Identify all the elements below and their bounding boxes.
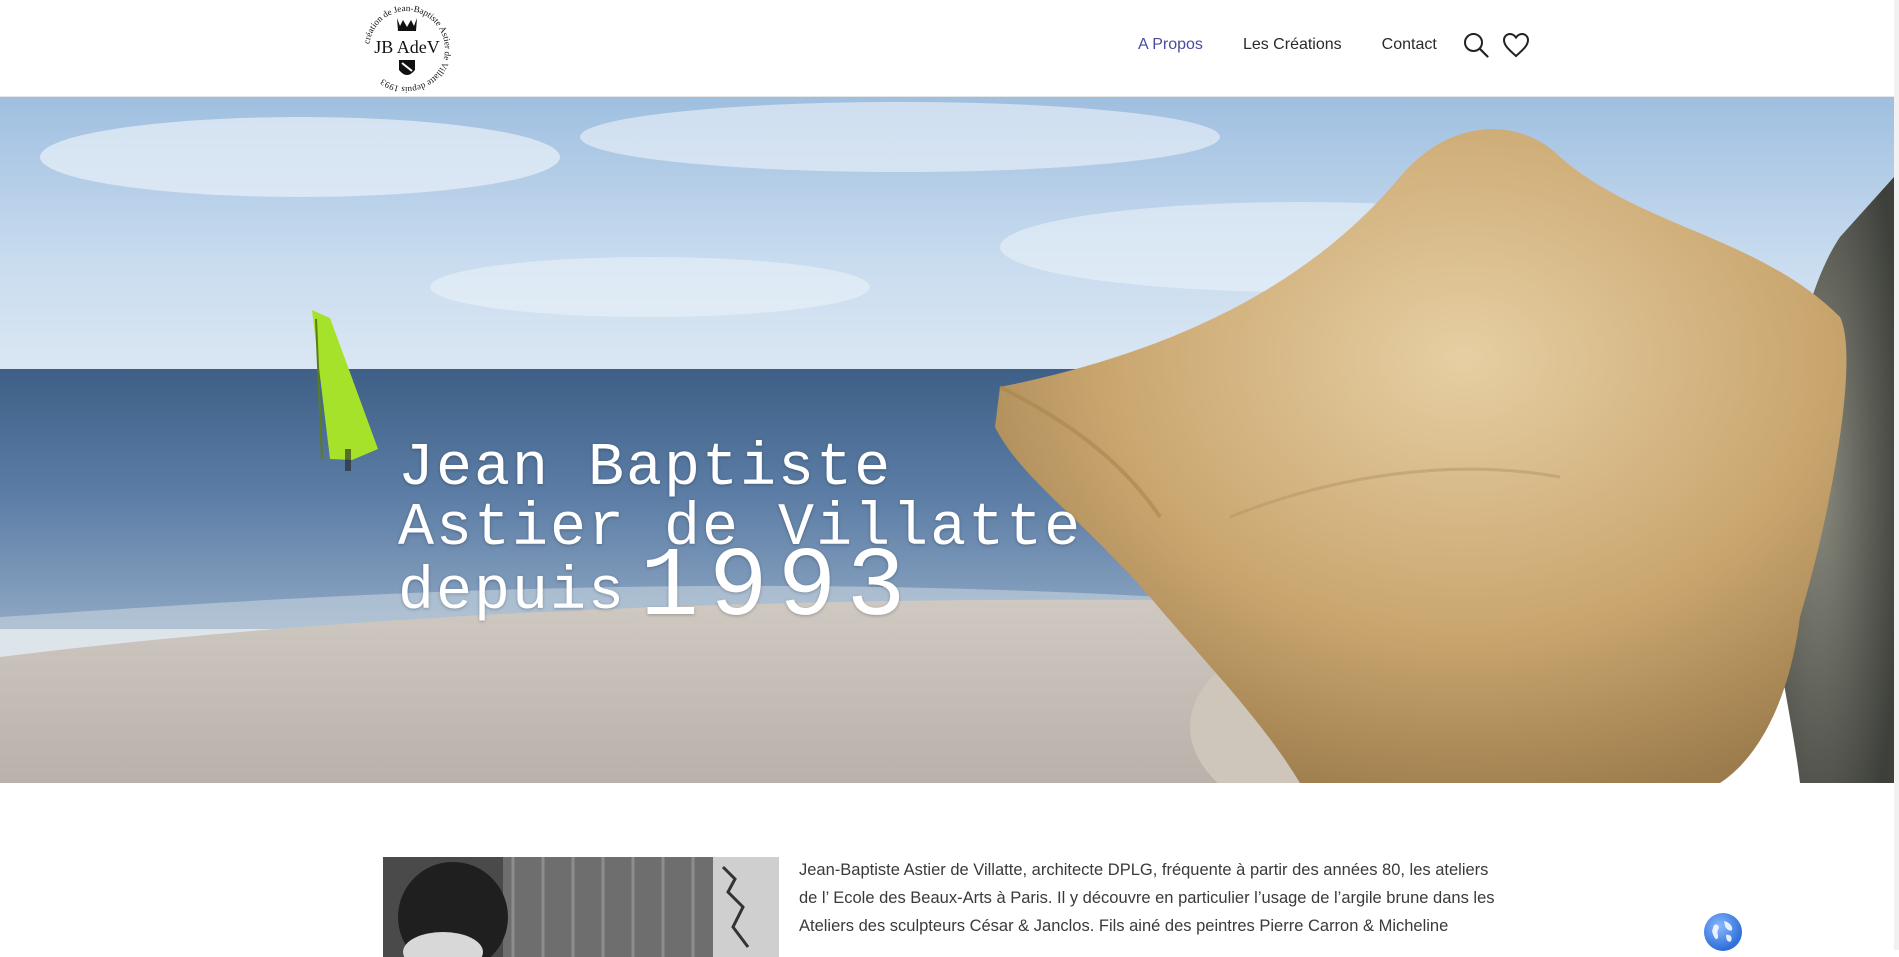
hero-heading: Jean Baptiste Astier de Villatte depuis 1… [398, 435, 1082, 638]
bio-paragraph: Jean-Baptiste Astier de Villatte, archit… [799, 861, 1495, 935]
hero-year: 1993 [640, 533, 916, 644]
hero-line-since: depuis 1993 [398, 540, 1082, 638]
hero-depuis-text: depuis [398, 559, 627, 627]
globe-icon[interactable] [1704, 913, 1742, 951]
page-scrollbar[interactable] [1894, 0, 1899, 950]
logo-monogram: JB AdeV [374, 37, 440, 57]
brand-logo[interactable]: création de Jean-Baptiste Astier de Vill… [356, 3, 458, 95]
hero-line-name: Jean Baptiste [398, 435, 893, 503]
nav-item-contact[interactable]: Contact [1382, 36, 1437, 54]
nav-item-a-propos[interactable]: A Propos [1138, 36, 1203, 54]
hero-banner: Jean Baptiste Astier de Villatte depuis 1… [0, 97, 1894, 783]
site-header: création de Jean-Baptiste Astier de Vill… [0, 0, 1894, 97]
heart-icon[interactable] [1502, 32, 1530, 63]
bio-section: Jean-Baptiste Astier de Villatte, archit… [799, 856, 1499, 940]
nav-item-les-creations[interactable]: Les Créations [1243, 36, 1342, 54]
main-nav: A Propos Les Créations Contact [1138, 36, 1437, 54]
portrait-photo [383, 857, 779, 957]
search-icon[interactable] [1463, 32, 1489, 63]
